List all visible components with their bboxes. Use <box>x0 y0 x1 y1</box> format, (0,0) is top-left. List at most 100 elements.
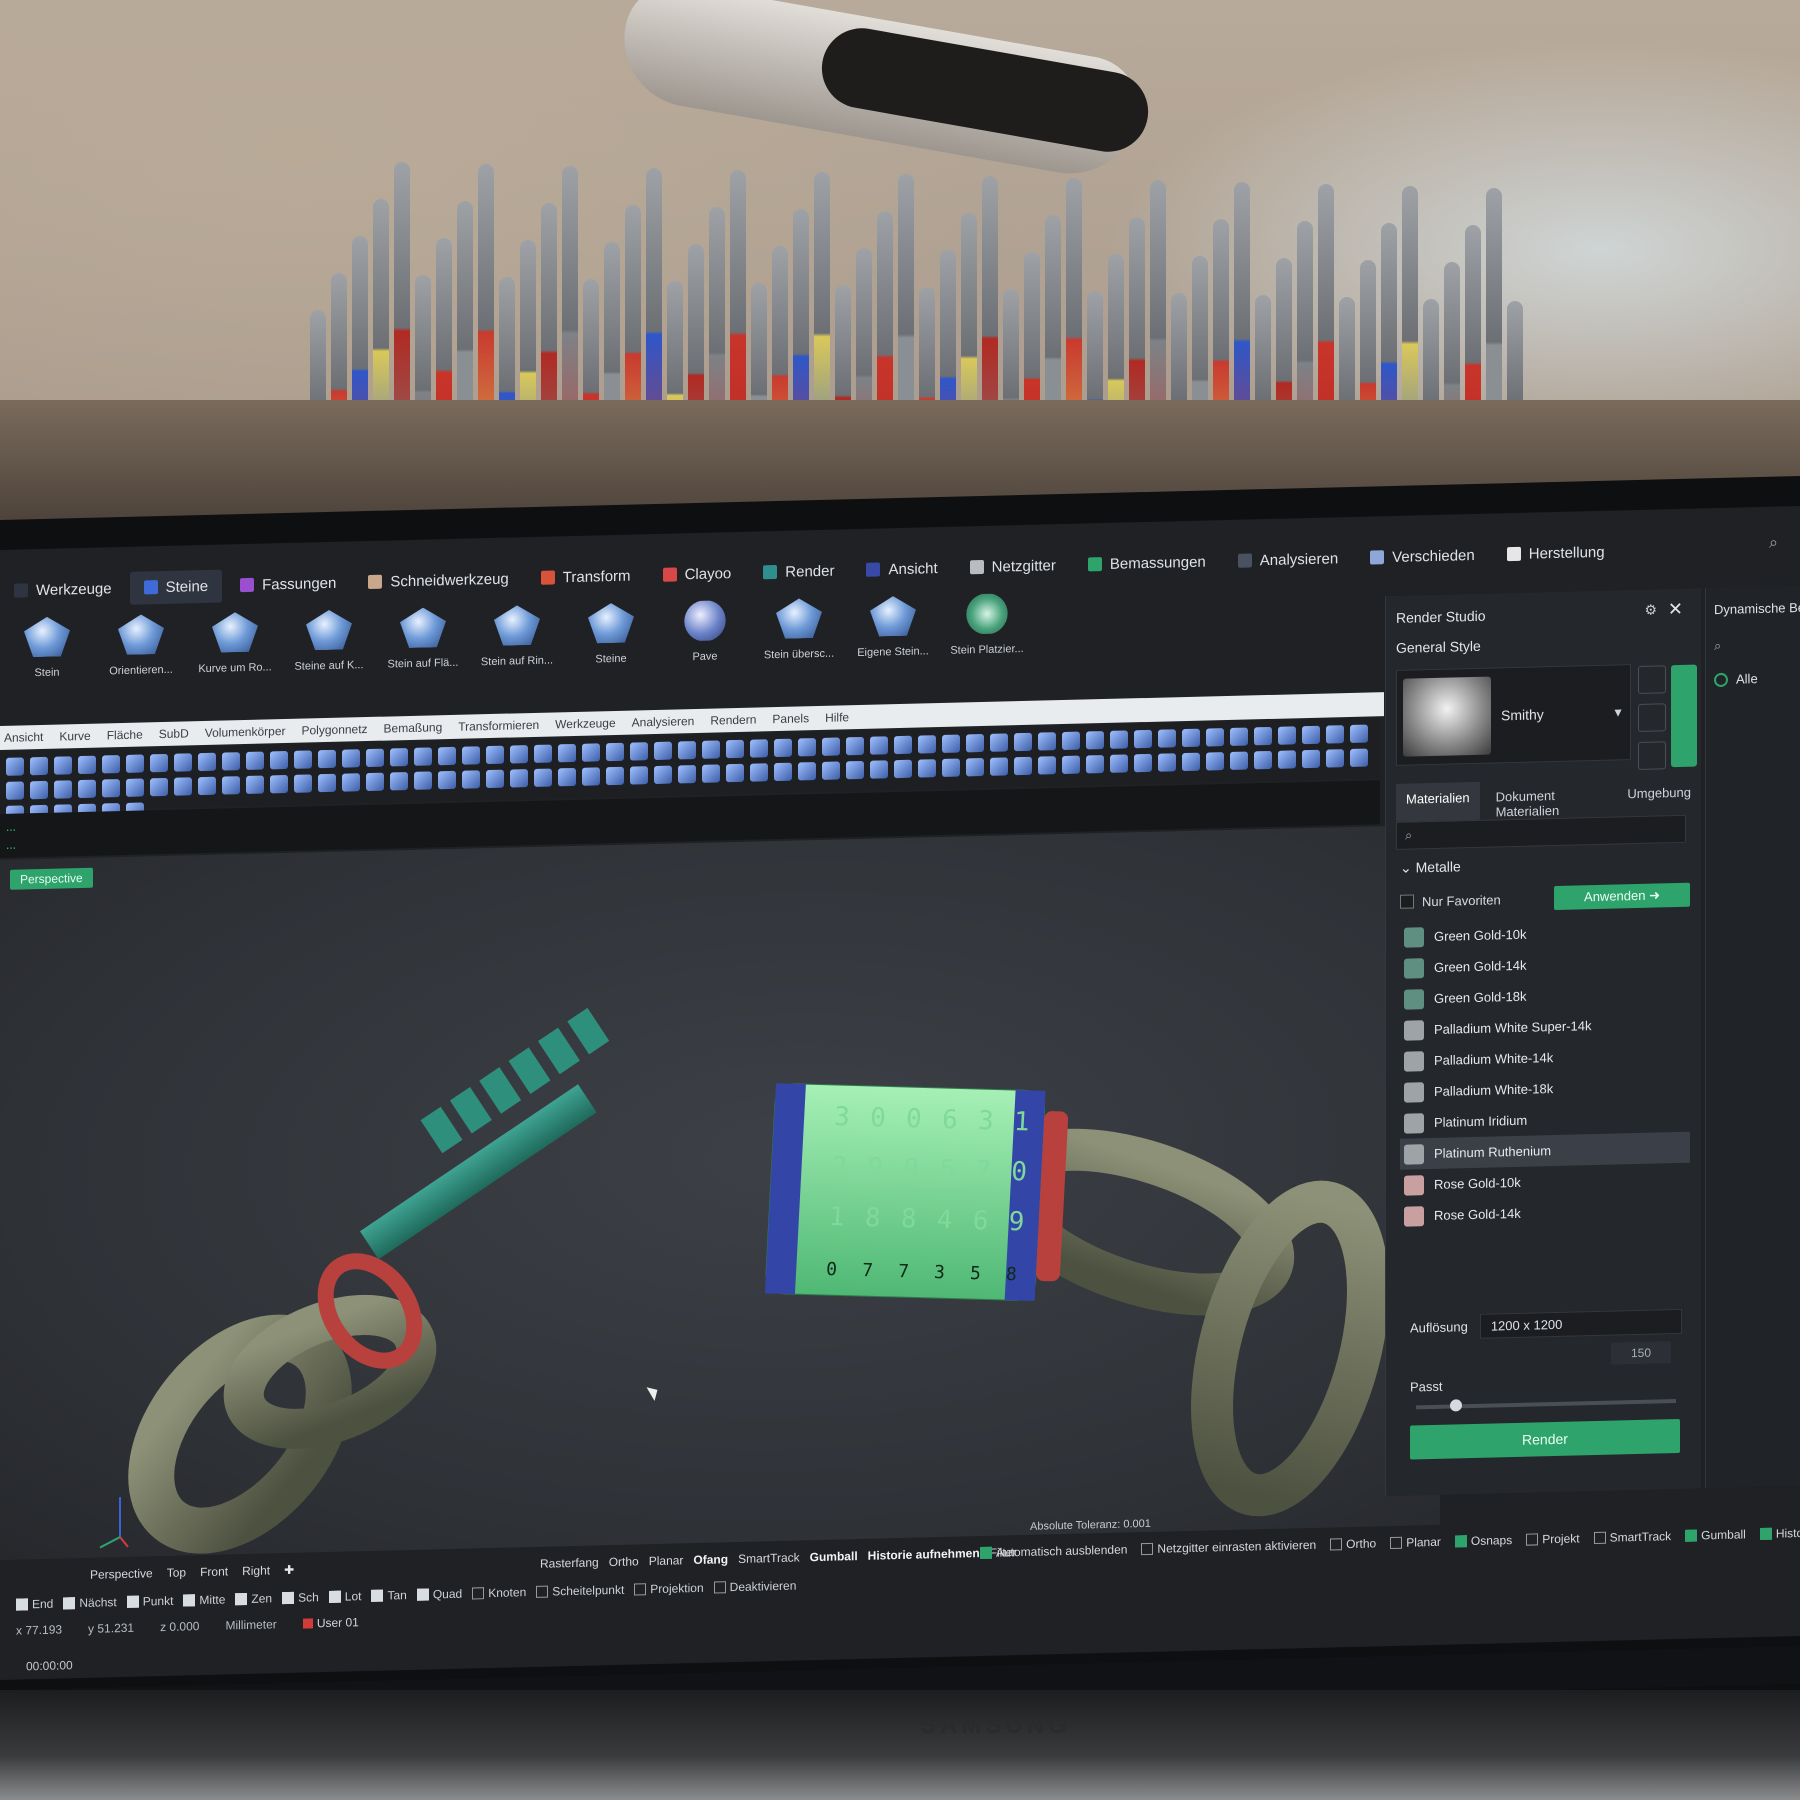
toolbar-command-icon[interactable] <box>6 781 24 800</box>
resolution-select[interactable]: 1200 x 1200 <box>1479 1308 1682 1339</box>
toolbar-command-icon[interactable] <box>1062 755 1080 775</box>
toolbar-command-icon[interactable] <box>294 774 312 793</box>
menu-item[interactable]: Ansicht <box>4 730 43 745</box>
toolbar-command-icon[interactable] <box>222 752 240 771</box>
toolbar-command-icon[interactable] <box>798 762 816 781</box>
toolbar-command-icon[interactable] <box>1086 755 1104 774</box>
view-tab-right[interactable]: Right <box>242 1563 270 1578</box>
status-toggle[interactable]: Historie aufnehmen <box>868 1546 980 1563</box>
osnap-toggle[interactable]: Quad <box>416 1587 462 1602</box>
tool-pave[interactable]: Pave <box>658 600 752 692</box>
toolbar-command-icon[interactable] <box>1206 728 1224 747</box>
toolbar-command-icon[interactable] <box>702 740 720 759</box>
toolbar-command-icon[interactable] <box>30 756 48 776</box>
osnap-toggle[interactable]: Projektion <box>634 1581 704 1597</box>
toolbar-command-icon[interactable] <box>102 755 120 774</box>
toolbar-command-icon[interactable] <box>198 776 216 796</box>
toolbar-command-icon[interactable] <box>1230 751 1248 770</box>
ribbon-tab-bemassungen[interactable]: Bemassungen <box>1074 545 1220 582</box>
import-icon[interactable] <box>1638 665 1666 694</box>
osnap-checkbox[interactable] <box>235 1592 248 1606</box>
toolbar-command-icon[interactable] <box>486 745 504 765</box>
toolbar-command-icon[interactable] <box>654 765 672 785</box>
toolbar-command-icon[interactable] <box>78 755 96 775</box>
toolbar-command-icon[interactable] <box>366 772 384 792</box>
toolbar-command-icon[interactable] <box>246 775 264 794</box>
perspective-viewport[interactable]: Perspective 3 0 0 6 3 1 2 9 9 5 7 0 1 8 … <box>0 824 1440 1560</box>
toolbar-command-icon[interactable] <box>294 750 312 769</box>
toolbar-command-icon[interactable] <box>1038 732 1056 751</box>
toolbar-command-icon[interactable] <box>918 759 936 778</box>
ribbon-tab-fassungen[interactable]: Fassungen <box>226 566 350 602</box>
toolbar-command-icon[interactable] <box>102 779 120 798</box>
toolbar-command-icon[interactable] <box>1254 726 1272 746</box>
tool-custom-stone[interactable]: Eigene Stein... <box>846 595 940 687</box>
osnap-checkbox[interactable] <box>183 1594 196 1607</box>
toolbar-command-icon[interactable] <box>1086 731 1104 750</box>
view-tab-front[interactable]: Front <box>200 1564 228 1579</box>
toolbar-command-icon[interactable] <box>6 757 24 776</box>
toolbar-command-icon[interactable] <box>78 779 96 799</box>
toolbar-command-icon[interactable] <box>1254 750 1272 770</box>
status-toggle[interactable]: SmartTrack <box>738 1550 800 1566</box>
osnap-toggle[interactable]: Sch <box>282 1590 319 1605</box>
toolbar-command-icon[interactable] <box>390 748 408 767</box>
export-icon[interactable] <box>1638 703 1666 732</box>
toolbar-command-icon[interactable] <box>942 734 960 753</box>
toolbar-command-icon[interactable] <box>798 738 816 757</box>
toolbar-command-icon[interactable] <box>726 763 744 783</box>
toolbar-command-icon[interactable] <box>534 744 552 763</box>
toolbar-command-icon[interactable] <box>1206 752 1224 771</box>
toolbar-command-icon[interactable] <box>54 756 72 775</box>
menu-item[interactable]: Polygonnetz <box>302 722 368 738</box>
tool-stone-overlap[interactable]: Stein übersc... <box>752 597 846 689</box>
osnap-checkbox[interactable] <box>713 1581 726 1594</box>
remove-icon[interactable] <box>1638 741 1666 770</box>
chevron-down-icon[interactable]: ▼ <box>1612 705 1624 719</box>
toolbar-command-icon[interactable] <box>270 774 288 794</box>
ribbon-tab-render[interactable]: Render <box>749 554 848 589</box>
menu-item[interactable]: Fläche <box>107 728 143 743</box>
toolbar-command-icon[interactable] <box>558 767 576 787</box>
toolbar-command-icon[interactable] <box>318 773 336 793</box>
tool-stones-curve[interactable]: Steine auf K... <box>282 609 376 701</box>
osnap-toggle[interactable]: Deaktivieren <box>713 1579 796 1595</box>
ribbon-tab-transform[interactable]: Transform <box>527 559 645 595</box>
osnap-checkbox[interactable] <box>282 1591 295 1605</box>
osnap-checkbox[interactable] <box>328 1590 341 1603</box>
toolbar-command-icon[interactable] <box>174 777 192 796</box>
toolbar-command-icon[interactable] <box>630 766 648 785</box>
toolbar-command-icon[interactable] <box>1158 729 1176 748</box>
option-toggle[interactable]: Netzgitter einrasten aktivieren <box>1141 1538 1316 1556</box>
slider-knob[interactable] <box>1450 1399 1462 1412</box>
toolbar-command-icon[interactable] <box>462 746 480 765</box>
option-checkbox[interactable] <box>1759 1527 1772 1540</box>
toolbar-command-icon[interactable] <box>1014 756 1032 776</box>
menu-item[interactable]: Volumenkörper <box>205 724 286 740</box>
toolbar-command-icon[interactable] <box>438 746 456 766</box>
toolbar-command-icon[interactable] <box>726 739 744 759</box>
add-view-icon[interactable]: ✚ <box>284 1563 294 1577</box>
toolbar-command-icon[interactable] <box>1278 750 1296 769</box>
toolbar-command-icon[interactable] <box>342 773 360 792</box>
toolbar-command-icon[interactable] <box>150 777 168 797</box>
menu-item[interactable]: Kurve <box>59 729 90 744</box>
view-tab-perspective[interactable]: Perspective <box>90 1566 153 1582</box>
status-toggle[interactable]: Planar <box>649 1553 684 1568</box>
toolbar-command-icon[interactable] <box>1134 753 1152 773</box>
ribbon-tab-netzgitter[interactable]: Netzgitter <box>956 548 1070 584</box>
toolbar-command-icon[interactable] <box>1326 725 1344 744</box>
toolbar-command-icon[interactable] <box>414 747 432 766</box>
option-checkbox[interactable] <box>1685 1529 1698 1542</box>
toolbar-command-icon[interactable] <box>1134 729 1152 749</box>
ribbon-tab-werkzeuge[interactable]: Werkzeuge <box>0 571 126 607</box>
option-checkbox[interactable] <box>980 1546 992 1560</box>
toolbar-command-icon[interactable] <box>126 754 144 773</box>
option-checkbox[interactable] <box>1526 1533 1539 1546</box>
toolbar-command-icon[interactable] <box>486 769 504 789</box>
toolbar-command-icon[interactable] <box>1182 728 1200 748</box>
status-toggle[interactable]: Ortho <box>609 1554 639 1569</box>
toolbar-command-icon[interactable] <box>1062 731 1080 751</box>
toolbar-command-icon[interactable] <box>1326 749 1344 768</box>
menu-item[interactable]: Hilfe <box>825 710 849 725</box>
